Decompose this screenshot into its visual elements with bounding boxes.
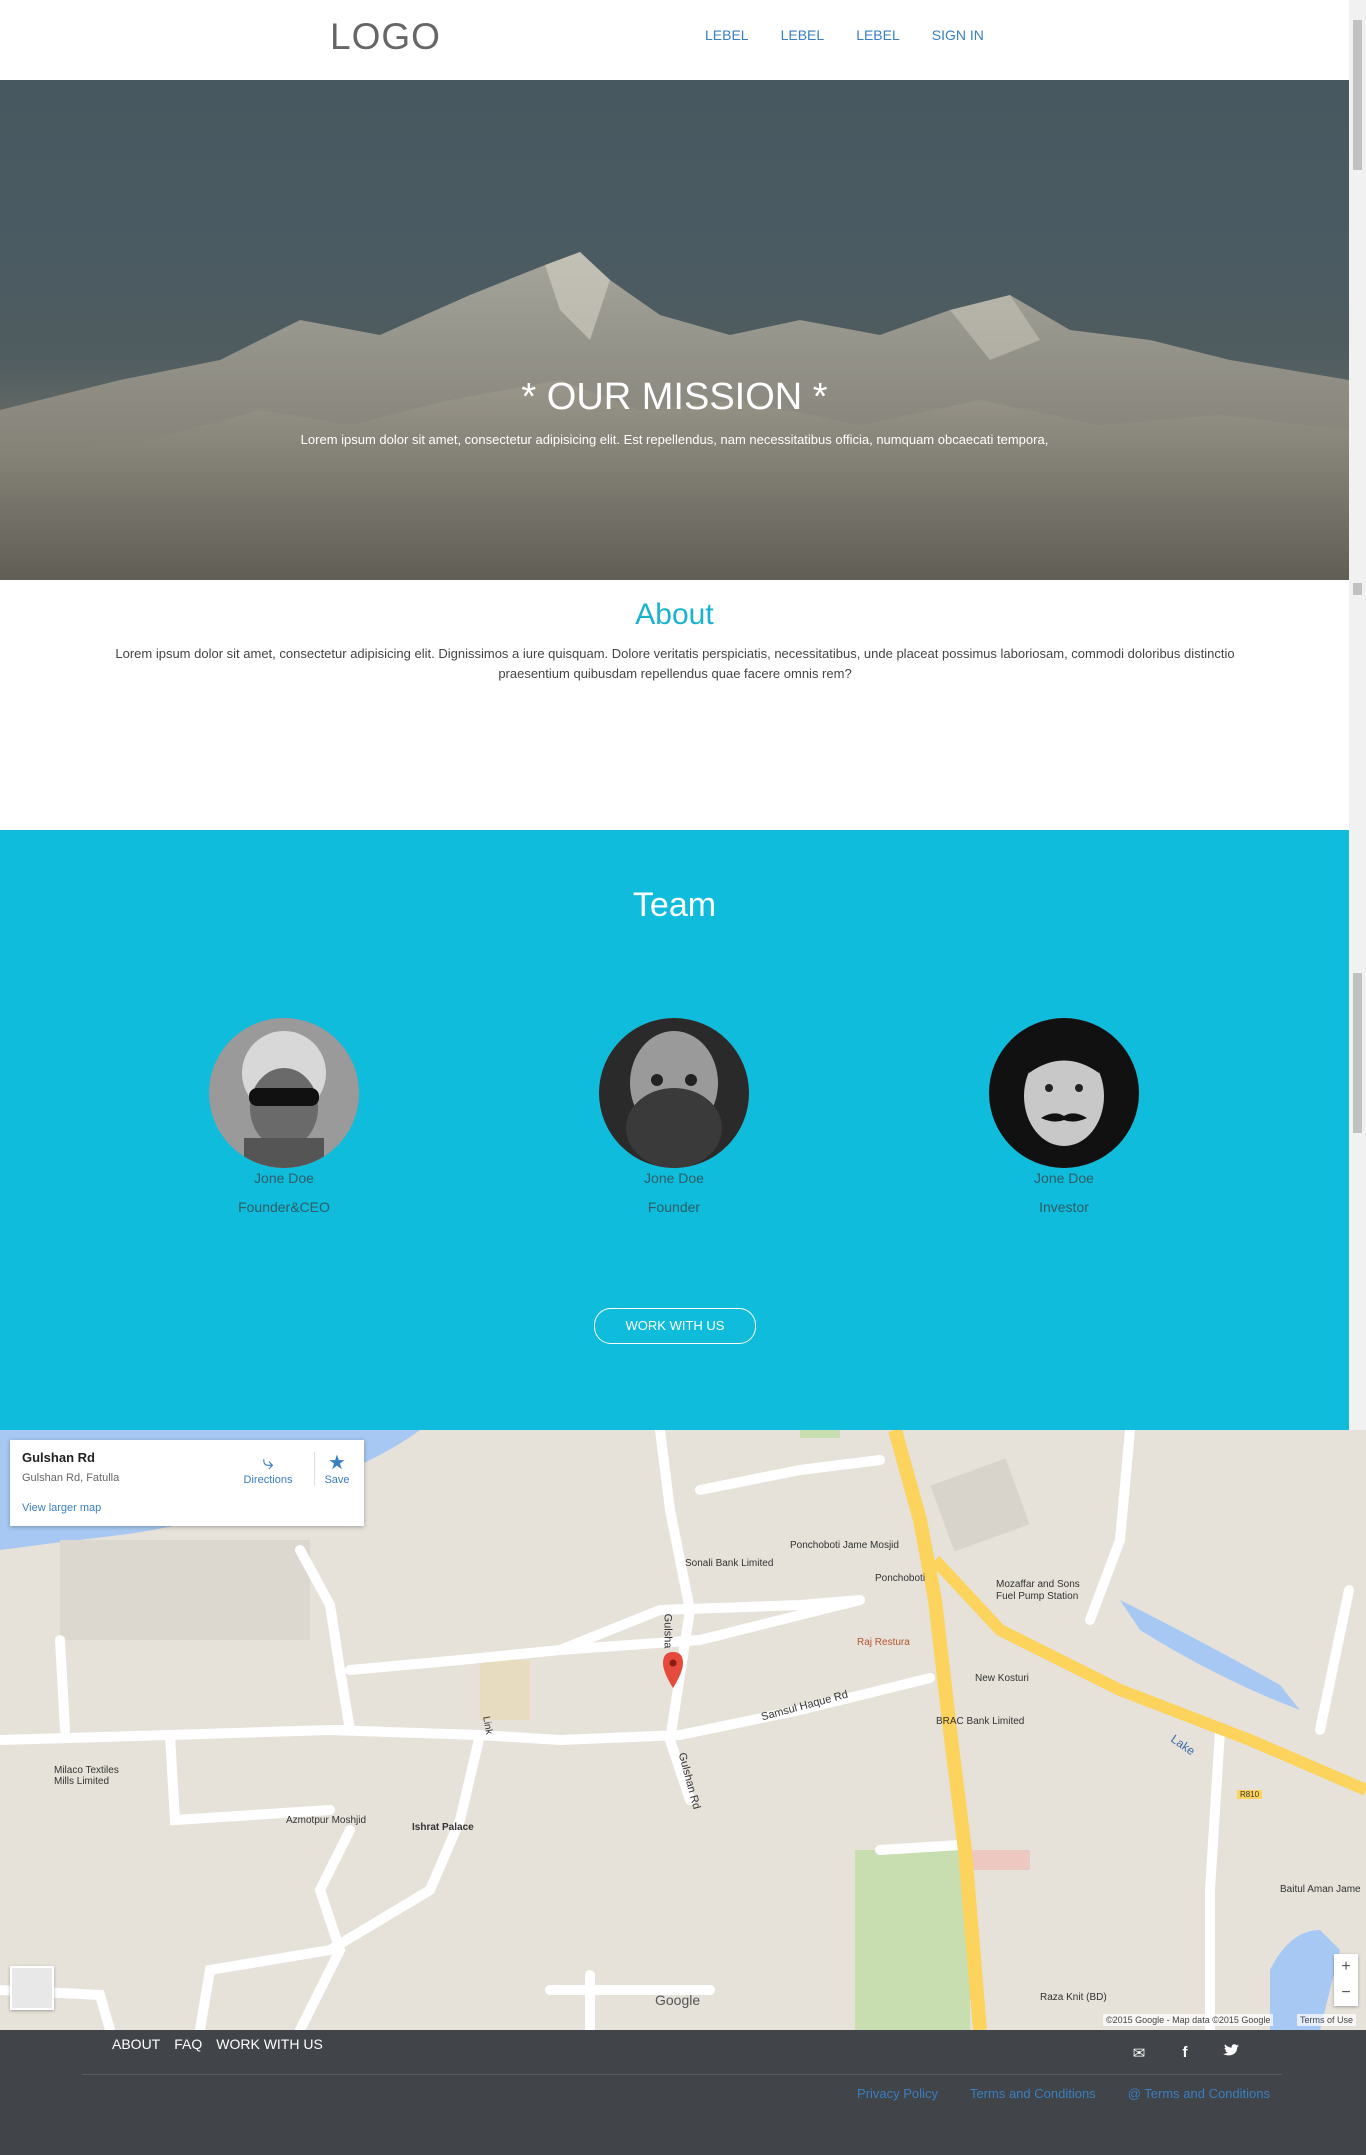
google-logo: Google [655,1992,701,2008]
scrollbar-thumb[interactable] [1353,20,1362,170]
top-navbar: LOGO LEBEL LEBEL LEBEL SIGN IN [0,0,1349,80]
zoom-out-button[interactable]: − [1334,1980,1358,2006]
footer-legal-links: Privacy Policy Terms and Conditions @ Te… [857,2086,1270,2101]
map-label: Azmotpur Moshjid [286,1815,367,1826]
nav-link-lebel-1[interactable]: LEBEL [705,27,749,43]
map-label: Fuel Pump Station [996,1591,1079,1602]
map-zoom-control: + − [1334,1954,1358,2006]
footer-links: ABOUT FAQ WORK WITH US [112,2036,323,2052]
map-label: Sonali Bank Limited [685,1558,774,1569]
about-section: About Lorem ipsum dolor sit amet, consec… [0,580,1349,830]
map-label: New Kosturi [975,1673,1029,1684]
footer-link-faq[interactable]: FAQ [174,2036,202,2052]
nav-link-lebel-2[interactable]: LEBEL [781,27,825,43]
team-member-card: Jone Doe Founder&CEO [194,1018,374,1215]
mountain-image [0,252,1349,580]
team-member-role: Investor [1039,1199,1089,1215]
map-attribution: ©2015 Google - Map data ©2015 Google [1103,2014,1274,2026]
terms-link-2[interactable]: @ Terms and Conditions [1128,2086,1270,2101]
place-subtitle: Gulshan Rd, Fatulla [22,1472,120,1484]
avatar [209,1018,359,1168]
map-label: BRAC Bank Limited [936,1716,1025,1727]
footer: ABOUT FAQ WORK WITH US ✉ f Privacy Polic… [0,2030,1366,2155]
team-section: Team Jone Doe Founder&CEO Jone Doe Found… [0,830,1349,1430]
facebook-icon[interactable]: f [1174,2044,1196,2062]
team-heading: Team [632,886,717,924]
save-button[interactable]: ★ Save [314,1452,359,1486]
map-label: R810 [1237,1790,1263,1799]
map-label: Milaco Textiles [54,1765,119,1776]
directions-icon: ⤷ [262,1452,274,1474]
avatar [989,1018,1139,1168]
avatar [599,1018,749,1168]
nav-links: LEBEL LEBEL LEBEL SIGN IN [705,27,984,43]
zoom-in-button[interactable]: + [1334,1954,1358,1980]
map-label: Ponchoboti Jame Mosjid [790,1540,899,1551]
directions-button[interactable]: ⤷ Directions [238,1452,298,1486]
map-label: Mills Limited [54,1776,110,1787]
scrollbar-thumb[interactable] [1353,973,1362,1133]
hero-mission: * OUR MISSION * Lorem ipsum dolor sit am… [0,80,1349,580]
map-thumbnail[interactable] [10,1966,54,2010]
map-label: Mozaffar and Sons [996,1579,1080,1590]
map-place-card: Gulshan Rd Gulshan Rd, Fatulla View larg… [10,1440,364,1526]
google-map[interactable]: Gulshan Rd Gulshan Rd, Fatulla View larg… [0,1430,1366,2030]
team-member-card: Jone Doe Founder [584,1018,764,1215]
map-label: Raza Knit (BD) [1040,1992,1107,2003]
twitter-icon[interactable] [1220,2044,1242,2062]
logo[interactable]: LOGO [330,16,441,58]
hero-title: * OUR MISSION * [521,376,828,418]
team-member-name: Jone Doe [254,1170,314,1186]
hero-subtitle: Lorem ipsum dolor sit amet, consectetur … [300,432,1049,447]
work-with-us-button[interactable]: WORK WITH US [594,1308,756,1344]
mail-icon[interactable]: ✉ [1128,2044,1150,2062]
team-member-name: Jone Doe [644,1170,704,1186]
team-member-role: Founder&CEO [238,1199,330,1215]
team-member-card: Jone Doe Investor [974,1018,1154,1215]
page-scrollbar[interactable] [1349,0,1366,1430]
about-heading: About [635,598,714,631]
map-label: Ishrat Palace [412,1822,474,1833]
place-title: Gulshan Rd [22,1450,95,1465]
terms-link[interactable]: Terms and Conditions [970,2086,1096,2101]
footer-link-work-with-us[interactable]: WORK WITH US [216,2036,323,2052]
footer-divider [82,2074,1282,2075]
team-member-name: Jone Doe [1034,1170,1094,1186]
directions-label: Directions [243,1474,293,1486]
about-text: Lorem ipsum dolor sit amet, consectetur … [115,646,1235,681]
star-icon: ★ [328,1452,346,1474]
map-terms-link[interactable]: Terms of Use [1297,2014,1357,2026]
view-larger-map-link[interactable]: View larger map [22,1502,101,1514]
footer-link-about[interactable]: ABOUT [112,2036,160,2052]
social-icons: ✉ f [1128,2044,1242,2062]
save-label: Save [324,1474,350,1486]
map-label: Raj Restura [857,1637,910,1648]
scrollbar-thumb[interactable] [1353,583,1362,595]
map-label: Gulsha [661,1613,674,1649]
map-label: Baitul Aman Jame [1280,1884,1361,1895]
map-label: Ponchoboti [875,1573,926,1584]
nav-link-sign-in[interactable]: SIGN IN [932,27,984,43]
team-member-role: Founder [647,1199,701,1215]
privacy-policy-link[interactable]: Privacy Policy [857,2086,938,2101]
nav-link-lebel-3[interactable]: LEBEL [856,27,900,43]
